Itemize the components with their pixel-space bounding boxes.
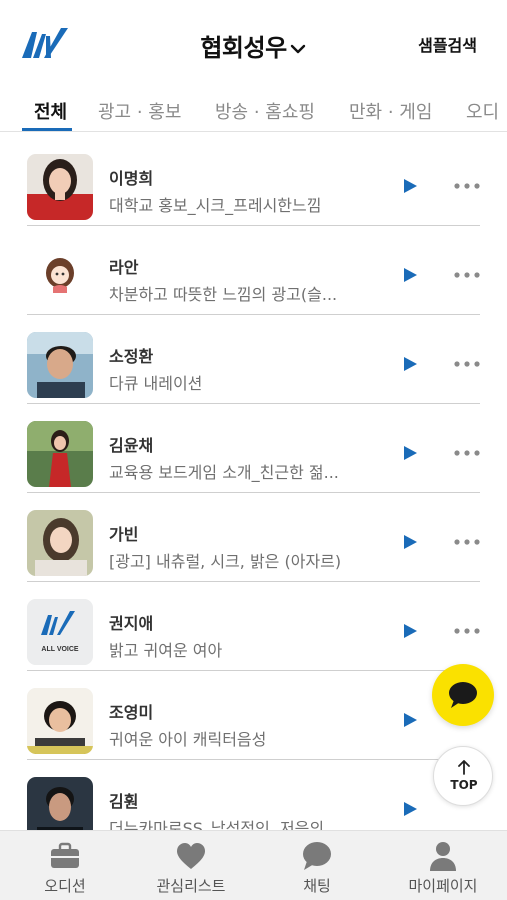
more-options-icon[interactable]: [452, 355, 482, 373]
more-options-icon[interactable]: [452, 177, 482, 195]
app-header: 협회성우 샘플검색: [0, 0, 507, 88]
arrow-up-icon: [458, 760, 470, 775]
chat-bubble-icon: [303, 842, 331, 870]
more-options-icon[interactable]: [452, 622, 482, 640]
avatar: [27, 332, 93, 398]
person-icon: [430, 842, 456, 871]
more-options-icon[interactable]: [452, 266, 482, 284]
nav-audition[interactable]: 오디션: [2, 831, 128, 900]
play-icon[interactable]: [401, 177, 419, 195]
all-voice-logo-tile: ALL VOICE: [27, 599, 93, 665]
sample-description: 차분하고 따뜻한 느낌의 광고(슬...: [109, 285, 338, 304]
voice-actor-name: 김훤: [109, 792, 139, 811]
nav-chat[interactable]: 채팅: [254, 831, 380, 900]
page-title: 협회성우: [200, 34, 287, 62]
top-label: TOP: [450, 778, 478, 792]
tab-advertising[interactable]: 광고 · 홍보: [98, 98, 181, 124]
voice-actor-name: 소정환: [109, 347, 154, 366]
tab-broadcast[interactable]: 방송 · 홈쇼핑: [215, 98, 315, 124]
list-item[interactable]: 조영미 귀여운 아이 캐릭터음성: [0, 671, 507, 760]
nav-label: 오디션: [44, 877, 86, 895]
bottom-navigation: 오디션 관심리스트 채팅 마이페이지: [0, 830, 507, 900]
heart-icon: [177, 843, 205, 869]
list-item[interactable]: 소정환 다큐 내레이션: [0, 315, 507, 404]
chevron-down-icon: [290, 44, 305, 54]
avatar: [27, 688, 93, 754]
list-item[interactable]: 가빈 [광고] 내츄럴, 시크, 밝은 (아자르): [0, 493, 507, 582]
play-icon[interactable]: [401, 355, 419, 373]
list-item[interactable]: 김윤채 교육용 보드게임 소개_친근한 젊...: [0, 404, 507, 493]
sample-search-button[interactable]: 샘플검색: [418, 32, 477, 56]
play-icon[interactable]: [401, 711, 419, 729]
voice-actor-name: 가빈: [109, 525, 139, 544]
briefcase-icon: [51, 842, 79, 868]
category-tabs: 전체 광고 · 홍보 방송 · 홈쇼핑 만화 · 게임 오디: [0, 88, 507, 132]
list-item[interactable]: ALL VOICE 권지애 밝고 귀여운 여아: [0, 582, 507, 671]
sample-description: [광고] 내츄럴, 시크, 밝은 (아자르): [109, 552, 342, 571]
nav-label: 채팅: [303, 877, 331, 895]
sample-description: 대학교 홍보_시크_프레시한느낌: [109, 196, 322, 215]
tab-all[interactable]: 전체: [34, 98, 67, 124]
voice-actor-name: 권지애: [109, 614, 154, 633]
sample-description: 밝고 귀여운 여아: [109, 641, 223, 660]
voice-actor-name: 이명희: [109, 169, 154, 188]
logo-tile-text: ALL VOICE: [41, 646, 79, 653]
sample-description: 교육용 보드게임 소개_친근한 젊...: [109, 463, 339, 482]
avatar: [27, 421, 93, 487]
nav-favorites[interactable]: 관심리스트: [128, 831, 254, 900]
nav-my-page[interactable]: 마이페이지: [380, 831, 506, 900]
chat-bubble-icon: [449, 682, 477, 708]
sample-description: 귀여운 아이 캐릭터음성: [109, 730, 267, 749]
nav-label: 마이페이지: [408, 877, 478, 895]
voice-actor-name: 조영미: [109, 703, 154, 722]
more-options-icon[interactable]: [452, 444, 482, 462]
sample-description: 다큐 내레이션: [109, 374, 203, 393]
kakao-chat-button[interactable]: [432, 664, 494, 726]
list-item[interactable]: 이명희 대학교 홍보_시크_프레시한느낌: [0, 137, 507, 226]
avatar: [27, 243, 93, 309]
list-item[interactable]: 라안 차분하고 따뜻한 느낌의 광고(슬...: [0, 226, 507, 315]
tab-audio[interactable]: 오디: [466, 98, 499, 124]
scroll-to-top-button[interactable]: TOP: [433, 746, 493, 806]
avatar: [27, 510, 93, 576]
play-icon[interactable]: [401, 444, 419, 462]
nav-label: 관심리스트: [156, 877, 226, 895]
voice-actor-name: 김윤채: [109, 436, 154, 455]
play-icon[interactable]: [401, 800, 419, 818]
play-icon[interactable]: [401, 533, 419, 551]
play-icon[interactable]: [401, 622, 419, 640]
play-icon[interactable]: [401, 266, 419, 284]
tab-comics-games[interactable]: 만화 · 게임: [349, 98, 432, 124]
voice-actor-name: 라안: [109, 258, 139, 277]
active-tab-indicator: [22, 128, 72, 131]
more-options-icon[interactable]: [452, 533, 482, 551]
avatar: ALL VOICE: [27, 599, 93, 665]
avatar: [27, 154, 93, 220]
